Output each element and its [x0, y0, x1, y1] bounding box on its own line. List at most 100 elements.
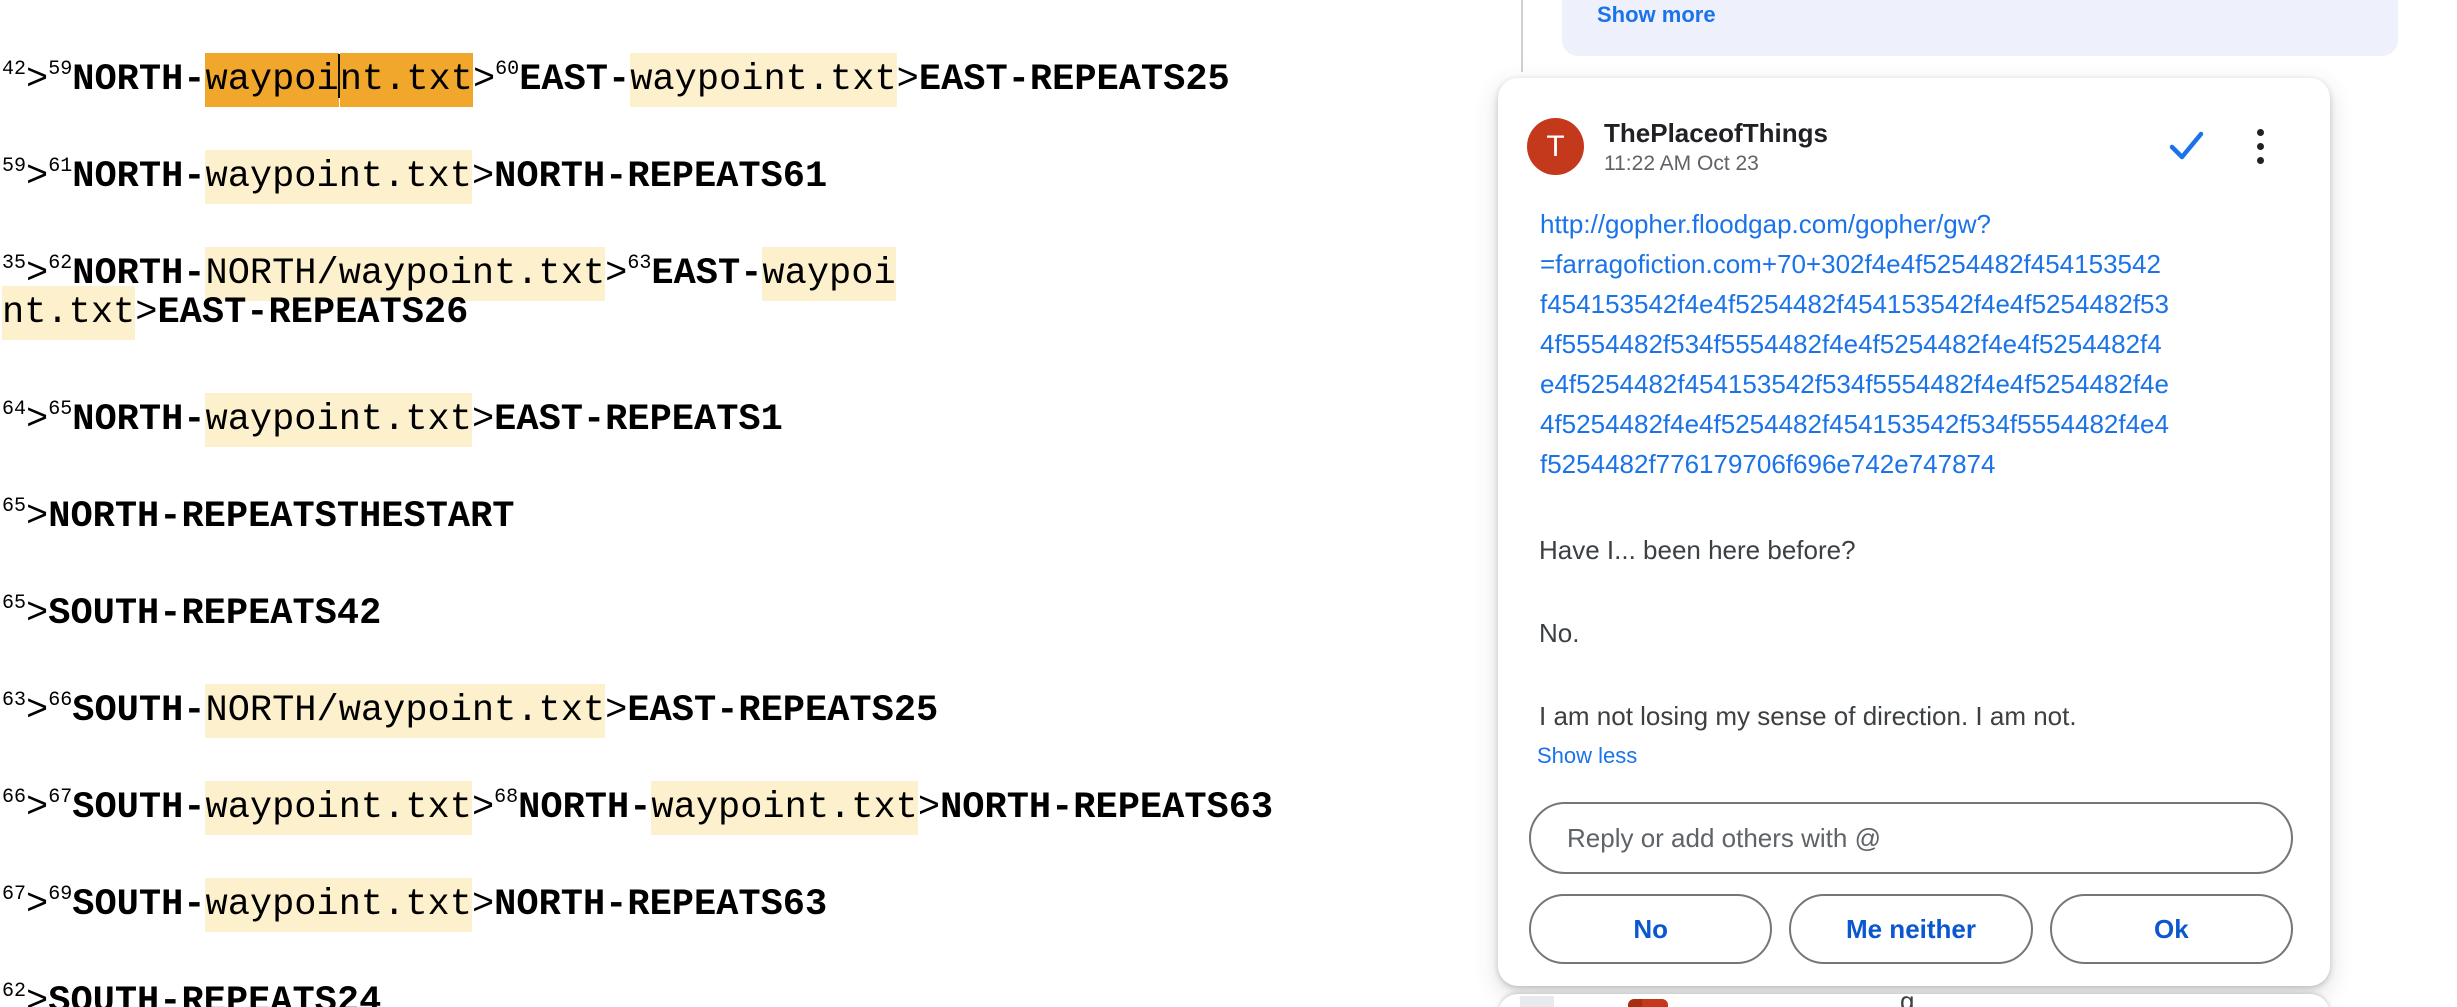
search-match: waypoint.txt [205, 150, 471, 204]
doc-text: EAST-REPEATS25 [627, 690, 938, 732]
document-line[interactable]: 59>61NORTH-waypoint.txt>NORTH-REPEATS61 [2, 142, 827, 202]
comment-link-line[interactable]: 4f5254482f4e4f5254482f454153542f534f5554… [1540, 404, 2169, 444]
search-match-active: nt.txt [340, 53, 473, 107]
doc-text: EAST-REPEATS25 [919, 59, 1230, 101]
doc-text: NORTH- [72, 59, 205, 101]
next-comment-text-fragment: g [1900, 986, 1914, 1007]
search-match: NORTH/waypoint.txt [205, 684, 605, 738]
doc-text: > [26, 690, 48, 732]
comment-paragraph: Have I... been here before? [1539, 533, 2279, 567]
show-less-link[interactable]: Show less [1537, 743, 1637, 769]
document-line[interactable]: 64>65NORTH-waypoint.txt>EAST-REPEATS1 [2, 385, 783, 445]
search-match-active: waypoi [205, 53, 338, 107]
footnote-ref: 62 [2, 980, 26, 1003]
search-match: waypoint.txt [205, 878, 471, 932]
footnote-ref: 65 [2, 495, 26, 518]
doc-text: NORTH-REPEATS63 [940, 787, 1273, 829]
doc-text: > [472, 884, 494, 926]
document-text[interactable]: 42>59NORTH-waypoint.txt>60EAST-waypoint.… [0, 0, 1490, 1007]
doc-text: > [135, 292, 157, 334]
search-match: waypoint.txt [651, 781, 917, 835]
doc-text: > [26, 496, 48, 538]
footnote-ref: 65 [2, 592, 26, 615]
footnote-ref: 59 [48, 58, 72, 81]
footnote-ref: 35 [2, 252, 26, 275]
doc-text: > [26, 59, 48, 101]
doc-text: > [472, 787, 494, 829]
comment-link-line[interactable]: =farragofiction.com+70+302f4e4f5254482f4… [1540, 244, 2169, 284]
doc-text: NORTH- [72, 156, 205, 198]
doc-text: NORTH- [518, 787, 651, 829]
comment-link-line[interactable]: f454153542f4e4f5254482f454153542f4e4f525… [1540, 284, 2169, 324]
search-match: waypoi [762, 247, 895, 301]
footnote-ref: 62 [48, 252, 72, 275]
footnote-ref: 65 [48, 398, 72, 421]
comment-body: Have I... been here before?No.I am not l… [1539, 533, 2279, 782]
document-line[interactable]: 62>SOUTH-REPEATS24 [2, 967, 381, 1007]
comment-link-line[interactable]: http://gopher.floodgap.com/gopher/gw? [1540, 204, 2169, 244]
comment-link-line[interactable]: f5254482f776179706f696e742e747874 [1540, 444, 2169, 484]
footnote-ref: 42 [2, 58, 26, 81]
app-window: 42>59NORTH-waypoint.txt>60EAST-waypoint.… [0, 0, 2457, 1007]
document-line[interactable]: 67>69SOUTH-waypoint.txt>NORTH-REPEATS63 [2, 870, 827, 930]
document-line[interactable]: nt.txt>EAST-REPEATS26 [2, 288, 468, 338]
document-line[interactable]: 65>NORTH-REPEATSTHESTART [2, 482, 515, 542]
footnote-ref: 63 [2, 689, 26, 712]
footnote-ref: 66 [2, 786, 26, 809]
footnote-ref: 68 [494, 786, 518, 809]
doc-text: NORTH-REPEATS63 [494, 884, 827, 926]
comment-link-line[interactable]: e4f5254482f454153542f534f5554482f4e4f525… [1540, 364, 2169, 404]
doc-text: SOUTH- [72, 690, 205, 732]
search-match: waypoint.txt [205, 781, 471, 835]
doc-text: SOUTH- [72, 884, 205, 926]
doc-text: SOUTH- [72, 787, 205, 829]
doc-text: > [473, 59, 495, 101]
footnote-ref: 59 [2, 155, 26, 178]
doc-text: > [26, 884, 48, 926]
doc-text: SOUTH-REPEATS42 [48, 593, 381, 635]
comment-timestamp: 11:22 AM Oct 23 [1604, 152, 1759, 176]
document-line[interactable]: 65>SOUTH-REPEATS42 [2, 579, 381, 639]
doc-text: EAST- [519, 59, 630, 101]
doc-text: SOUTH-REPEATS24 [48, 981, 381, 1007]
search-match: waypoint.txt [205, 393, 471, 447]
footnote-ref: 63 [627, 252, 651, 275]
doc-text: > [26, 156, 48, 198]
doc-text: > [605, 690, 627, 732]
smart-reply-me-neither[interactable]: Me neither [1789, 894, 2032, 964]
collapsed-comment-card[interactable]: Show more [1562, 0, 2398, 56]
doc-text: > [897, 59, 919, 101]
doc-text: > [26, 399, 48, 441]
more-options-icon[interactable] [2242, 120, 2278, 172]
doc-text: EAST-REPEATS1 [494, 399, 783, 441]
document-line[interactable]: 63>66SOUTH-NORTH/waypoint.txt>EAST-REPEA… [2, 676, 938, 736]
doc-text: > [472, 156, 494, 198]
show-more-link[interactable]: Show more [1597, 2, 1716, 28]
smart-reply-ok[interactable]: Ok [2050, 894, 2293, 964]
next-comment-card[interactable]: g [1498, 994, 2330, 1007]
doc-text: > [26, 981, 48, 1007]
document-line[interactable]: 66>67SOUTH-waypoint.txt>68NORTH-waypoint… [2, 773, 1273, 833]
doc-text: NORTH-REPEATS61 [494, 156, 827, 198]
smart-reply-chips: NoMe neither Ok [1529, 894, 2293, 964]
reply-input[interactable] [1529, 802, 2293, 874]
search-match: waypoint.txt [630, 53, 896, 107]
comment-link[interactable]: http://gopher.floodgap.com/gopher/gw?=fa… [1540, 204, 2169, 484]
footnote-ref: 61 [48, 155, 72, 178]
footnote-ref: 64 [2, 398, 26, 421]
comment-link-line[interactable]: 4f5554482f534f5554482f4e4f5254482f4e4f52… [1540, 324, 2169, 364]
page-edge-line [1521, 0, 1523, 72]
document-line[interactable]: 42>59NORTH-waypoint.txt>60EAST-waypoint.… [2, 45, 1230, 105]
footnote-ref: 69 [48, 883, 72, 906]
resolve-check-icon[interactable] [2162, 122, 2210, 170]
doc-text: > [472, 399, 494, 441]
smart-reply-no[interactable]: No [1529, 894, 1772, 964]
avatar: T [1527, 118, 1584, 175]
doc-text: > [918, 787, 940, 829]
doc-text: EAST- [651, 253, 762, 295]
comment-card: T ThePlaceofThings 11:22 AM Oct 23 http:… [1498, 78, 2330, 986]
doc-text: > [26, 787, 48, 829]
footnote-ref: 67 [2, 883, 26, 906]
comment-author: ThePlaceofThings [1604, 118, 1828, 149]
doc-text: NORTH-REPEATSTHESTART [48, 496, 514, 538]
